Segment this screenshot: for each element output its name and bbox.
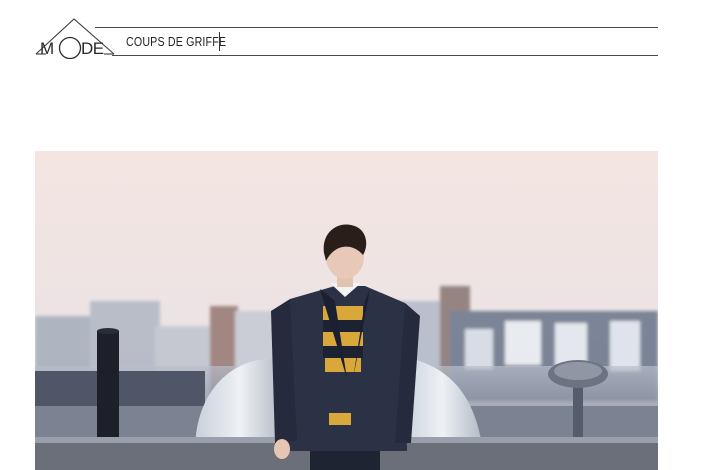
header-rule-bottom bbox=[112, 55, 658, 56]
mode-logo: M DE bbox=[34, 17, 118, 64]
header-rule-top bbox=[95, 27, 658, 28]
fashion-photo bbox=[35, 151, 658, 470]
page-header: M DE COUPS DE GRIFFE bbox=[0, 0, 710, 70]
title-divider bbox=[219, 32, 220, 51]
section-title: COUPS DE GRIFFE bbox=[126, 34, 227, 49]
svg-text:M: M bbox=[40, 39, 54, 58]
svg-text:DE: DE bbox=[81, 39, 104, 58]
